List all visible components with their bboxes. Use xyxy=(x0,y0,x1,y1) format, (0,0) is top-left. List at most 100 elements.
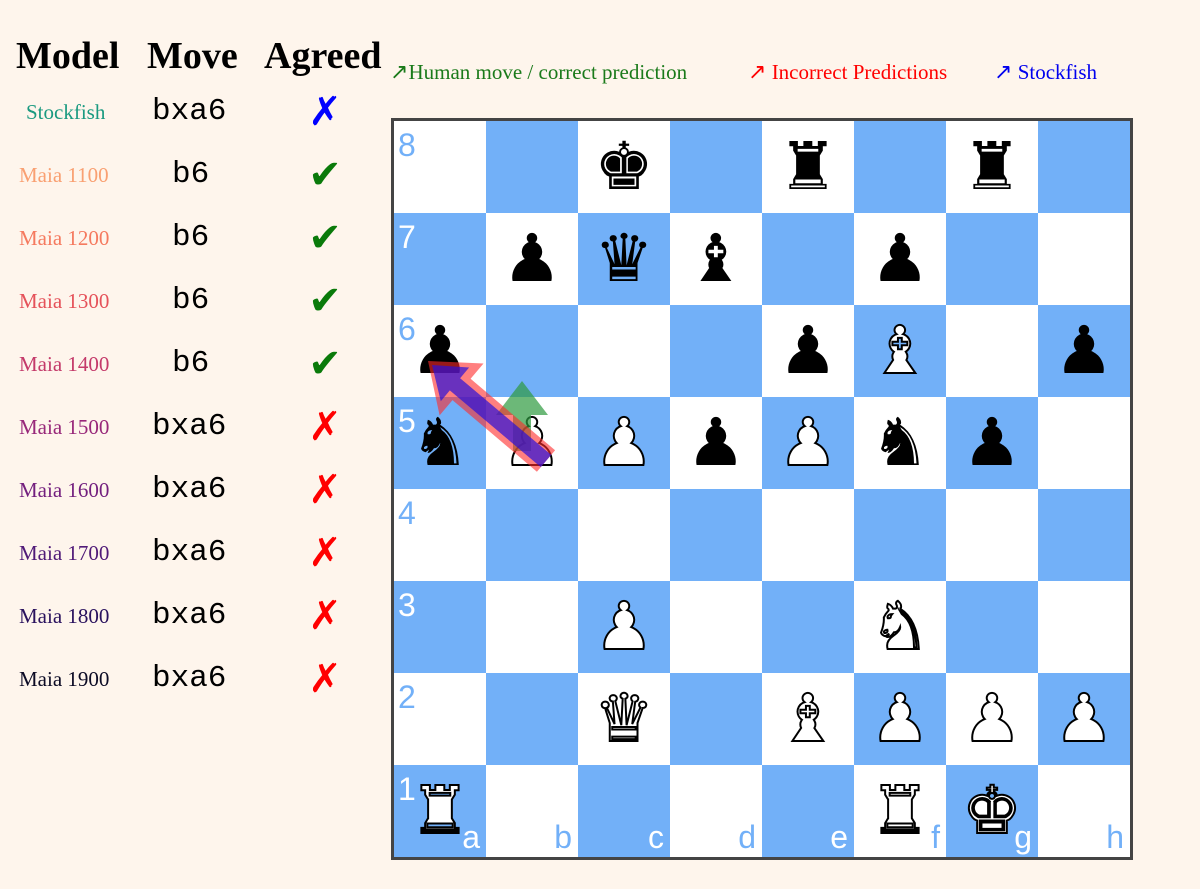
white-pawn-icon[interactable]: ♟ xyxy=(578,397,670,489)
white-pawn-icon[interactable]: ♟ xyxy=(486,397,578,489)
square-b6[interactable] xyxy=(486,305,578,397)
chess-board: 8 7 6 5 4 3 2 1 a b c d e f g h ♚ ♜ ♜ ♟ ♛ ♝ ♟ ♟ ♟ ♝ ♟ ♞ ♟ ♟ ♟ ♟ ♞ ♟ ♟ ♞ ♛ ♝ ♟ ♟… xyxy=(391,118,1133,860)
model-name: Maia 1400 xyxy=(19,352,110,376)
white-king-icon[interactable]: ♚ xyxy=(946,765,1038,857)
white-pawn-icon[interactable]: ♟ xyxy=(762,397,854,489)
black-pawn-icon[interactable]: ♟ xyxy=(1038,305,1130,397)
square-d1[interactable]: d xyxy=(670,765,762,857)
black-pawn-icon[interactable]: ♟ xyxy=(486,213,578,305)
model-name: Maia 1800 xyxy=(19,604,110,628)
square-d2[interactable] xyxy=(670,673,762,765)
square-e1[interactable]: e xyxy=(762,765,854,857)
arrow-icon: ↗ xyxy=(748,60,767,85)
legend-label: Incorrect Predictions xyxy=(771,60,948,84)
white-rook-icon[interactable]: ♜ xyxy=(394,765,486,857)
file-label: d xyxy=(738,819,756,855)
cross-icon: ✗ xyxy=(308,656,342,702)
square-c1[interactable]: c xyxy=(578,765,670,857)
table-row: Maia 1200 b6 ✔ xyxy=(0,218,385,258)
white-rook-icon[interactable]: ♜ xyxy=(854,765,946,857)
checkmark-icon: ✔ xyxy=(308,278,342,324)
rank-label: 2 xyxy=(398,679,416,715)
model-move: bxa6 xyxy=(152,661,227,696)
model-move: bxa6 xyxy=(152,94,227,129)
black-pawn-icon[interactable]: ♟ xyxy=(854,213,946,305)
square-f8[interactable] xyxy=(854,121,946,213)
model-name: Maia 1300 xyxy=(19,289,110,313)
model-name: Stockfish xyxy=(26,100,106,124)
square-h5[interactable] xyxy=(1038,397,1130,489)
black-rook-icon[interactable]: ♜ xyxy=(946,121,1038,213)
white-pawn-icon[interactable]: ♟ xyxy=(1038,673,1130,765)
square-g7[interactable] xyxy=(946,213,1038,305)
square-b4[interactable] xyxy=(486,489,578,581)
white-knight-icon[interactable]: ♞ xyxy=(854,581,946,673)
black-king-icon[interactable]: ♚ xyxy=(578,121,670,213)
square-d8[interactable] xyxy=(670,121,762,213)
square-b1[interactable]: b xyxy=(486,765,578,857)
square-b8[interactable] xyxy=(486,121,578,213)
model-name: Maia 1500 xyxy=(19,415,110,439)
black-pawn-icon[interactable]: ♟ xyxy=(946,397,1038,489)
black-pawn-icon[interactable]: ♟ xyxy=(394,305,486,397)
checkmark-icon: ✔ xyxy=(308,341,342,387)
file-label: c xyxy=(648,819,664,855)
rank-label: 4 xyxy=(398,495,416,531)
square-a2[interactable]: 2 xyxy=(394,673,486,765)
square-f4[interactable] xyxy=(854,489,946,581)
square-d3[interactable] xyxy=(670,581,762,673)
square-d4[interactable] xyxy=(670,489,762,581)
square-b3[interactable] xyxy=(486,581,578,673)
square-h8[interactable] xyxy=(1038,121,1130,213)
square-h1[interactable]: h xyxy=(1038,765,1130,857)
legend-label: Human move / correct prediction xyxy=(408,60,688,84)
square-e7[interactable] xyxy=(762,213,854,305)
square-a3[interactable]: 3 xyxy=(394,581,486,673)
header-agreed: Agreed xyxy=(264,35,382,77)
model-move: b6 xyxy=(172,220,210,255)
square-c4[interactable] xyxy=(578,489,670,581)
square-e3[interactable] xyxy=(762,581,854,673)
black-bishop-icon[interactable]: ♝ xyxy=(670,213,762,305)
square-g3[interactable] xyxy=(946,581,1038,673)
square-d6[interactable] xyxy=(670,305,762,397)
square-a8[interactable]: 8 xyxy=(394,121,486,213)
square-h4[interactable] xyxy=(1038,489,1130,581)
square-b2[interactable] xyxy=(486,673,578,765)
black-rook-icon[interactable]: ♜ xyxy=(762,121,854,213)
square-e4[interactable] xyxy=(762,489,854,581)
model-name: Maia 1900 xyxy=(19,667,110,691)
cross-icon: ✗ xyxy=(308,467,342,513)
square-g6[interactable] xyxy=(946,305,1038,397)
model-move: bxa6 xyxy=(152,535,227,570)
square-g4[interactable] xyxy=(946,489,1038,581)
black-knight-icon[interactable]: ♞ xyxy=(854,397,946,489)
header-move: Move xyxy=(147,35,238,77)
checkmark-icon: ✔ xyxy=(308,215,342,261)
model-name: Maia 1200 xyxy=(19,226,110,250)
white-pawn-icon[interactable]: ♟ xyxy=(578,581,670,673)
square-a7[interactable]: 7 xyxy=(394,213,486,305)
square-c6[interactable] xyxy=(578,305,670,397)
black-knight-icon[interactable]: ♞ xyxy=(394,397,486,489)
black-pawn-icon[interactable]: ♟ xyxy=(670,397,762,489)
table-row: Maia 1900 bxa6 ✗ xyxy=(0,659,385,699)
black-queen-icon[interactable]: ♛ xyxy=(578,213,670,305)
white-bishop-icon[interactable]: ♝ xyxy=(854,305,946,397)
table-row: Maia 1100 b6 ✔ xyxy=(0,155,385,195)
table-row: Maia 1300 b6 ✔ xyxy=(0,281,385,321)
cross-icon: ✗ xyxy=(308,89,342,135)
square-a4[interactable]: 4 xyxy=(394,489,486,581)
square-h7[interactable] xyxy=(1038,213,1130,305)
white-pawn-icon[interactable]: ♟ xyxy=(946,673,1038,765)
white-bishop-icon[interactable]: ♝ xyxy=(762,673,854,765)
white-queen-icon[interactable]: ♛ xyxy=(578,673,670,765)
white-pawn-icon[interactable]: ♟ xyxy=(854,673,946,765)
rank-label: 8 xyxy=(398,127,416,163)
square-h3[interactable] xyxy=(1038,581,1130,673)
legend-stockfish: ↗ Stockfish xyxy=(994,60,1097,85)
arrow-icon: ↗ xyxy=(390,60,409,85)
table-row: Stockfish bxa6 ✗ xyxy=(0,92,385,132)
black-pawn-icon[interactable]: ♟ xyxy=(762,305,854,397)
table-row: Maia 1800 bxa6 ✗ xyxy=(0,596,385,636)
